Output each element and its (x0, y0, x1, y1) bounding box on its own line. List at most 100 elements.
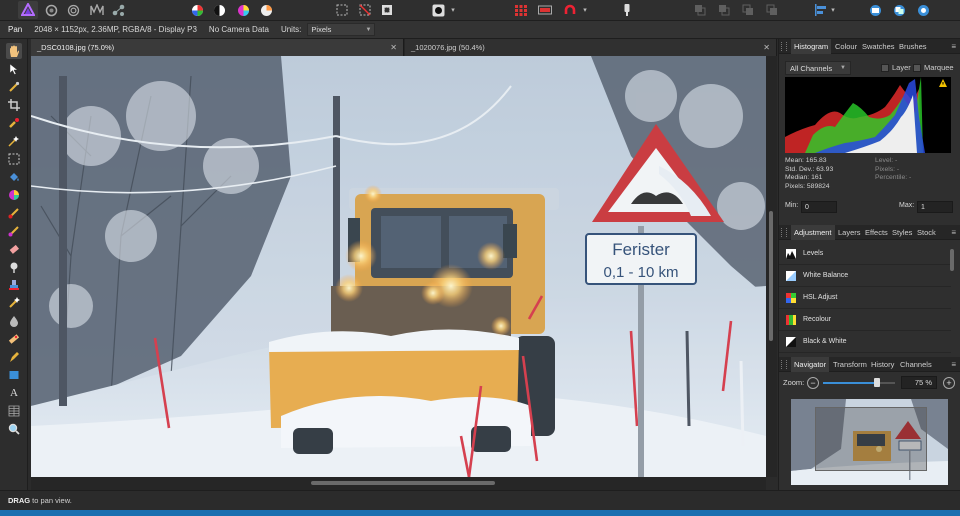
auto-levels-icon[interactable] (188, 1, 206, 19)
tab-colour[interactable]: Colour (832, 39, 860, 54)
assistant-icon[interactable] (618, 1, 636, 19)
tab-histogram[interactable]: Histogram (791, 39, 832, 54)
align-dropdown-icon[interactable]: ▾ (829, 1, 837, 19)
deselect-icon[interactable] (356, 1, 374, 19)
pen-tool-icon[interactable] (6, 349, 22, 365)
max-field[interactable]: 1 (917, 201, 953, 213)
canvas-horizontal-scrollbar[interactable] (31, 477, 766, 490)
rectangle-tool-icon[interactable] (6, 367, 22, 383)
document-tab[interactable]: _DSC0108.jpg (75.0%) ✕ (31, 39, 404, 56)
order-backward-icon[interactable] (716, 1, 732, 19)
panel-menu-icon[interactable]: ≡ (951, 225, 956, 240)
navigator-thumbnail[interactable] (791, 399, 948, 485)
tab-brushes[interactable]: Brushes (896, 39, 930, 54)
adjustment-item-black-and-white[interactable]: Black & White (779, 331, 951, 353)
invert-selection-icon[interactable] (378, 1, 396, 19)
liquify-persona-icon[interactable] (42, 1, 60, 19)
order-back-icon[interactable] (692, 1, 708, 19)
units-select[interactable]: Pixels ▼ (307, 23, 376, 36)
zoom-slider-handle[interactable] (874, 378, 880, 387)
auto-white-balance-icon[interactable] (257, 1, 275, 19)
auto-contrast-icon[interactable] (210, 1, 228, 19)
channel-select[interactable]: All Channels ▼ (785, 61, 851, 75)
tab-history[interactable]: History (868, 357, 897, 372)
tab-adjustment[interactable]: Adjustment (791, 225, 835, 240)
zoom-in-icon[interactable]: + (943, 377, 955, 389)
clone-tool-icon[interactable] (6, 277, 22, 293)
adjustment-item-hsl-adjust[interactable]: HSL Adjust (779, 287, 951, 309)
document-canvas[interactable]: Ferister 0,1 - 10 km (31, 56, 766, 477)
inpainting-tool-icon[interactable] (6, 295, 22, 311)
grip-icon[interactable] (781, 228, 787, 237)
document-tab[interactable]: _1020076.jpg (50.4%) ✕ (405, 39, 777, 56)
scrollbar-thumb[interactable] (311, 481, 495, 485)
pan-tool-icon[interactable] (6, 43, 22, 59)
tab-transform[interactable]: Transform (830, 357, 870, 372)
move-tool-icon[interactable] (6, 61, 22, 77)
gradient-tool-icon[interactable] (6, 187, 22, 203)
zoom-out-icon[interactable]: − (807, 377, 819, 389)
adjustment-item-white-balance[interactable]: White Balance (779, 265, 951, 287)
flood-select-tool-icon[interactable] (6, 133, 22, 149)
tone-mapping-persona-icon[interactable] (88, 1, 106, 19)
panel-menu-icon[interactable]: ≡ (951, 39, 956, 54)
marquee-checkbox[interactable]: Marquee (913, 63, 954, 72)
snapping-magnet-icon[interactable] (560, 1, 580, 19)
red-eye-tool-icon[interactable] (6, 331, 22, 347)
zoom-value-field[interactable]: 75 % (901, 376, 937, 389)
snapping-grid-icon[interactable] (513, 1, 529, 19)
mesh-warp-tool-icon[interactable] (6, 403, 22, 419)
adjustment-item-recolour[interactable]: Recolour (779, 309, 951, 331)
blur-brush-tool-icon[interactable] (6, 313, 22, 329)
quick-mask-icon[interactable] (427, 1, 449, 19)
paint-brush-tool-icon[interactable] (6, 205, 22, 221)
fill-tool-icon[interactable] (6, 169, 22, 185)
auto-colours-icon[interactable] (234, 1, 252, 19)
arrange-intersect-icon[interactable] (914, 1, 932, 19)
grip-icon[interactable] (781, 42, 787, 51)
panel-menu-icon[interactable]: ≡ (951, 357, 956, 372)
tab-swatches[interactable]: Swatches (859, 39, 898, 54)
arrange-add-icon[interactable] (866, 1, 884, 19)
tab-channels[interactable]: Channels (897, 357, 935, 372)
crop-tool-icon[interactable] (6, 97, 22, 113)
quick-mask-dropdown-icon[interactable]: ▾ (449, 1, 457, 19)
tab-effects[interactable]: Effects (862, 225, 891, 240)
develop-persona-icon[interactable] (64, 1, 82, 19)
dodge-tool-icon[interactable] (6, 259, 22, 275)
colour-replacement-tool-icon[interactable] (6, 223, 22, 239)
export-persona-icon[interactable] (110, 1, 128, 19)
close-icon[interactable]: ✕ (763, 39, 770, 56)
adjustment-item-label: Black & White (803, 338, 847, 345)
erase-tool-icon[interactable] (6, 241, 22, 257)
align-icon[interactable] (812, 1, 828, 19)
adjustment-item-levels[interactable]: Levels (779, 243, 951, 265)
adjustment-scrollbar[interactable] (950, 249, 954, 271)
tab-layers[interactable]: Layers (835, 225, 864, 240)
min-field[interactable]: 0 (801, 201, 837, 213)
view-mode-icon[interactable] (536, 1, 554, 19)
adjustment-panel-tabs: Adjustment Layers Effects Styles Stock ≡ (779, 225, 960, 240)
photo-persona-icon[interactable] (18, 1, 38, 19)
navigator-view-rectangle[interactable] (815, 407, 927, 471)
marquee-icon[interactable] (333, 1, 351, 19)
zoom-slider[interactable] (823, 378, 895, 387)
artistic-text-tool-icon[interactable]: A (6, 385, 22, 401)
arrange-subtract-icon[interactable] (890, 1, 908, 19)
order-front-icon[interactable] (764, 1, 780, 19)
layer-checkbox[interactable]: Layer (881, 63, 911, 72)
warning-icon[interactable] (939, 79, 947, 87)
marquee-tool-icon[interactable] (6, 151, 22, 167)
tab-stock[interactable]: Stock (914, 225, 939, 240)
color-picker-tool-icon[interactable] (6, 79, 22, 95)
selection-brush-tool-icon[interactable] (6, 115, 22, 131)
order-forward-icon[interactable] (740, 1, 756, 19)
scrollbar-thumb[interactable] (769, 211, 773, 341)
tab-styles[interactable]: Styles (889, 225, 915, 240)
close-icon[interactable]: ✕ (390, 39, 397, 56)
grip-icon[interactable] (781, 360, 787, 369)
tab-navigator[interactable]: Navigator (791, 357, 830, 372)
snapping-dropdown-icon[interactable]: ▾ (581, 1, 589, 19)
zoom-tool-icon[interactable] (6, 421, 22, 437)
canvas-vertical-scrollbar[interactable] (766, 56, 777, 477)
